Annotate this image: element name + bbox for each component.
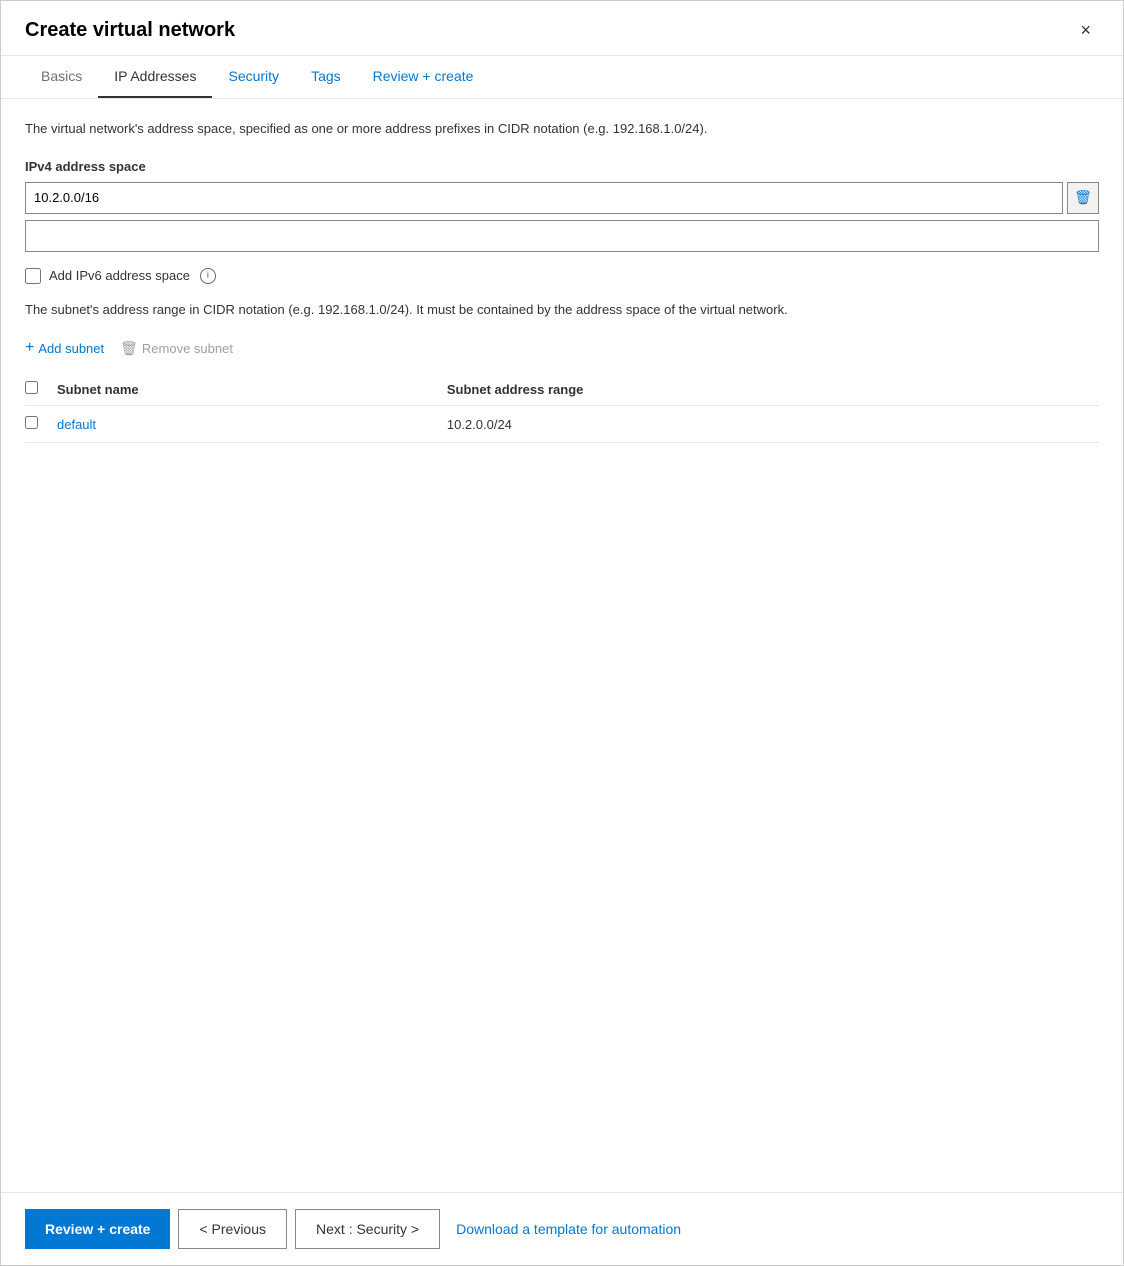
trash-icon: 🗑 — [1074, 189, 1092, 206]
subnet-description: The subnet's address range in CIDR notat… — [25, 300, 1099, 320]
tab-security[interactable]: Security — [212, 56, 295, 98]
subnet-name-link[interactable]: default — [57, 417, 96, 432]
col-header-check — [25, 373, 57, 406]
tabs-bar: Basics IP Addresses Security Tags Review… — [1, 56, 1123, 99]
download-template-link[interactable]: Download a template for automation — [448, 1221, 689, 1237]
delete-ipv4-button[interactable]: 🗑 — [1067, 182, 1099, 214]
col-header-subnet-name: Subnet name — [57, 373, 447, 406]
previous-button[interactable]: < Previous — [178, 1209, 287, 1249]
ipv6-checkbox-row: Add IPv6 address space i — [25, 268, 1099, 284]
subnet-name-cell: default — [57, 406, 447, 443]
dialog: Create virtual network × Basics IP Addre… — [0, 0, 1124, 1266]
close-button[interactable]: × — [1072, 17, 1099, 43]
select-all-checkbox[interactable] — [25, 381, 38, 394]
next-button[interactable]: Next : Security > — [295, 1209, 440, 1249]
footer: Review + create < Previous Next : Securi… — [1, 1192, 1123, 1265]
ipv6-checkbox[interactable] — [25, 268, 41, 284]
subnet-range-cell: 10.2.0.0/24 — [447, 406, 1099, 443]
ipv4-address-input[interactable]: 10.2.0.0/16 — [25, 182, 1063, 214]
ipv6-info-icon: i — [200, 268, 216, 284]
remove-trash-icon: 🗑 — [120, 340, 138, 357]
remove-subnet-button[interactable]: 🗑 Remove subnet — [120, 336, 233, 361]
review-create-button[interactable]: Review + create — [25, 1209, 170, 1249]
row-checkbox-cell — [25, 406, 57, 443]
plus-icon: + — [25, 339, 34, 357]
ipv4-input-row: 10.2.0.0/16 🗑 — [25, 182, 1099, 214]
tab-tags[interactable]: Tags — [295, 56, 357, 98]
subnet-actions: + Add subnet 🗑 Remove subnet — [25, 335, 1099, 361]
ipv4-section: IPv4 address space 10.2.0.0/16 🗑 — [25, 159, 1099, 252]
add-subnet-button[interactable]: + Add subnet — [25, 335, 104, 361]
dialog-header: Create virtual network × — [1, 1, 1123, 56]
remove-subnet-label: Remove subnet — [142, 341, 233, 356]
ipv6-checkbox-label[interactable]: Add IPv6 address space — [49, 268, 190, 283]
row-checkbox[interactable] — [25, 416, 38, 429]
ipv4-extra-input[interactable] — [25, 220, 1099, 252]
main-content: The virtual network's address space, spe… — [1, 99, 1123, 1192]
tab-review-create[interactable]: Review + create — [357, 56, 490, 98]
col-header-subnet-range: Subnet address range — [447, 373, 1099, 406]
tab-basics[interactable]: Basics — [25, 56, 98, 98]
tab-ip-addresses[interactable]: IP Addresses — [98, 56, 212, 98]
dialog-title: Create virtual network — [25, 19, 235, 42]
ipv4-extra-input-row — [25, 220, 1099, 252]
address-space-description: The virtual network's address space, spe… — [25, 119, 1099, 139]
table-row: default 10.2.0.0/24 — [25, 406, 1099, 443]
subnet-table: Subnet name Subnet address range default… — [25, 373, 1099, 443]
add-subnet-label: Add subnet — [38, 341, 104, 356]
ipv4-section-label: IPv4 address space — [25, 159, 1099, 174]
